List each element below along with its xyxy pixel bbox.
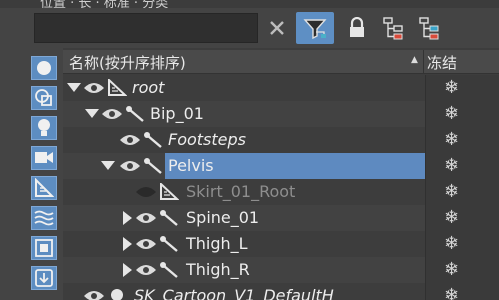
freeze-icon: ❄ <box>444 259 460 280</box>
scene-explorer-list: 名称(按升序排序) ▲ 冻结 root ❄ Bip_01 ❄ Footsteps… <box>63 48 499 300</box>
toolbar <box>0 8 499 48</box>
filter-sidebar <box>0 48 62 300</box>
bones-icon <box>35 178 54 197</box>
expand-arrow-icon[interactable] <box>123 263 133 277</box>
filter-bones-button[interactable] <box>31 176 57 200</box>
freeze-cell[interactable]: ❄ <box>425 153 499 179</box>
scene-row-skirt01root[interactable]: Skirt_01_Root ❄ <box>63 179 499 205</box>
spacewarps-icon <box>34 210 54 226</box>
biped-icon <box>160 262 178 278</box>
cameras-icon <box>35 152 53 163</box>
filter-lights-button[interactable] <box>31 116 57 140</box>
visibility-eye-icon[interactable] <box>119 159 141 173</box>
xrefs-icon <box>35 269 53 287</box>
geometry-object-icon <box>111 289 123 300</box>
freeze-icon: ❄ <box>444 77 460 98</box>
row-label: root <box>132 78 165 97</box>
shapes-icon <box>35 89 52 106</box>
freeze-icon: ❄ <box>444 181 460 202</box>
name-column-header[interactable]: 名称(按升序排序) <box>69 52 186 73</box>
row-label: Pelvis <box>165 153 425 179</box>
filter-spacewarps-button[interactable] <box>31 206 57 230</box>
freeze-icon: ❄ <box>444 155 460 176</box>
geometry-icon <box>37 61 51 75</box>
visibility-eye-icon[interactable] <box>135 211 157 225</box>
groups-icon <box>35 239 53 257</box>
scene-row-root[interactable]: root ❄ <box>63 75 499 101</box>
filter-geometry-button[interactable] <box>31 56 57 80</box>
biped-icon <box>144 132 162 148</box>
row-label: Footsteps <box>168 130 246 149</box>
freeze-cell[interactable]: ❄ <box>425 75 499 101</box>
close-icon <box>270 21 284 35</box>
collapse-arrow-icon[interactable] <box>101 161 115 171</box>
lock-icon <box>350 17 364 37</box>
freeze-icon: ❄ <box>444 207 460 228</box>
visibility-eye-icon[interactable] <box>135 263 157 277</box>
visibility-eye-icon[interactable] <box>119 133 141 147</box>
scene-row-thighr[interactable]: Thigh_R ❄ <box>63 257 499 283</box>
visibility-eye-icon[interactable] <box>135 237 157 251</box>
visibility-eye-icon[interactable] <box>83 81 105 95</box>
sort-ascending-icon: ▲ <box>411 55 418 65</box>
expand-arrow-icon[interactable] <box>123 211 133 225</box>
lock-button[interactable] <box>342 13 372 43</box>
freeze-cell[interactable]: ❄ <box>425 205 499 231</box>
biped-icon <box>160 236 178 252</box>
row-label: Spine_01 <box>186 208 260 227</box>
filter-xrefs-button[interactable] <box>31 266 57 290</box>
biped-icon <box>144 158 162 174</box>
hierarchy-alt-button[interactable] <box>414 13 444 43</box>
filter-icon <box>303 19 327 40</box>
filter-groups-button[interactable] <box>31 236 57 260</box>
freeze-cell[interactable]: ❄ <box>425 231 499 257</box>
expand-arrow-icon[interactable] <box>123 237 133 251</box>
visibility-eye-icon[interactable] <box>83 289 105 300</box>
freeze-icon: ❄ <box>444 285 460 300</box>
scene-row-pelvis[interactable]: Pelvis ❄ <box>63 153 499 179</box>
scene-row-bip01[interactable]: Bip_01 ❄ <box>63 101 499 127</box>
hierarchy-alt-icon <box>419 17 439 40</box>
scene-row-thighl[interactable]: Thigh_L ❄ <box>63 231 499 257</box>
biped-icon <box>160 210 178 226</box>
freeze-column-header[interactable]: 冻结 <box>427 52 457 73</box>
hidden-eye-icon[interactable] <box>135 185 157 199</box>
column-header: 名称(按升序排序) ▲ 冻结 <box>63 50 499 74</box>
hierarchy-button[interactable] <box>378 13 408 43</box>
scene-row-spine01[interactable]: Spine_01 ❄ <box>63 205 499 231</box>
freeze-cell[interactable]: ❄ <box>425 283 499 300</box>
column-divider[interactable] <box>423 50 424 74</box>
search-input[interactable] <box>34 13 258 43</box>
row-label: Bip_01 <box>150 104 204 123</box>
freeze-icon: ❄ <box>444 129 460 150</box>
collapse-arrow-icon[interactable] <box>85 109 99 119</box>
clear-search-button[interactable] <box>262 13 292 43</box>
freeze-cell[interactable]: ❄ <box>425 257 499 283</box>
freeze-cell[interactable]: ❄ <box>425 179 499 205</box>
collapse-arrow-icon[interactable] <box>67 83 81 93</box>
top-menu-strip: 位置 · 长 · 标准 · 分类 <box>0 0 499 8</box>
filter-cameras-button[interactable] <box>31 146 57 170</box>
scene-row-sk-cartoon[interactable]: SK_Cartoon_V1_DefaultH ❄ <box>63 283 499 300</box>
biped-icon <box>126 106 144 122</box>
freeze-icon: ❄ <box>444 233 460 254</box>
hierarchy-icon <box>383 17 403 40</box>
filter-button[interactable] <box>296 12 334 44</box>
freeze-icon: ❄ <box>444 103 460 124</box>
bone-icon <box>160 183 179 200</box>
bone-icon <box>108 79 127 96</box>
row-label: Thigh_R <box>186 260 250 279</box>
filter-shapes-button[interactable] <box>31 86 57 110</box>
top-cut-text: 位置 · 长 · 标准 · 分类 <box>40 0 169 8</box>
lights-icon <box>38 119 50 136</box>
row-label: Thigh_L <box>186 234 248 253</box>
freeze-cell[interactable]: ❄ <box>425 101 499 127</box>
visibility-eye-icon[interactable] <box>101 107 123 121</box>
row-label: SK_Cartoon_V1_DefaultH <box>134 286 334 300</box>
row-label: Skirt_01_Root <box>186 182 296 201</box>
freeze-cell[interactable]: ❄ <box>425 127 499 153</box>
scene-row-footsteps[interactable]: Footsteps ❄ <box>63 127 499 153</box>
